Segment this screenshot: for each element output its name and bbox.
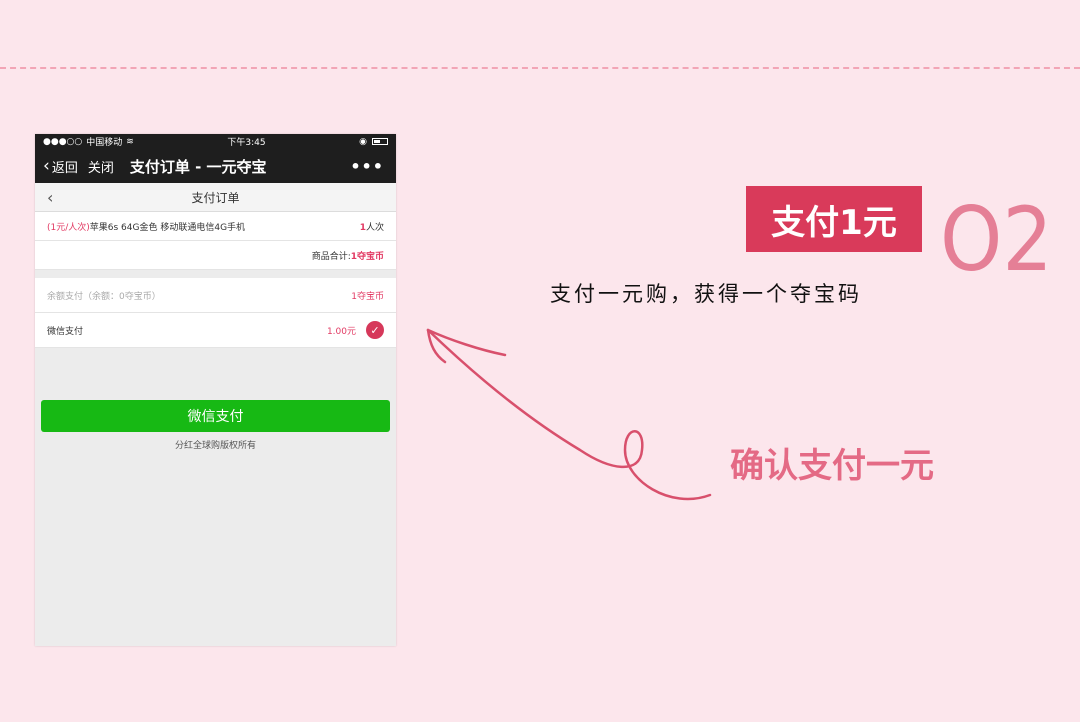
balance-payment-row[interactable]: 余额支付（余额：0夺宝币） 1夺宝币 <box>35 278 396 313</box>
price-tag: (1元/人次) <box>47 222 90 233</box>
wechat-value: 1.00元 <box>326 326 356 337</box>
more-menu-icon[interactable]: ••• <box>350 157 384 176</box>
close-button[interactable]: 关闭 <box>88 157 114 176</box>
order-item-row: (1元/人次)苹果6s 64G金色 移动联通电信4G手机 1人次 <box>35 212 396 241</box>
page-back-icon[interactable]: ‹ <box>47 188 53 207</box>
total-value: 1夺宝币 <box>350 251 384 262</box>
check-icon[interactable]: ✓ <box>366 321 384 339</box>
step-subtitle: 支付一元购，获得一个夺宝码 <box>550 282 862 306</box>
hand-drawn-arrow <box>426 328 712 501</box>
dashed-divider <box>0 67 1080 69</box>
nav-bar: ‹ 返回 关闭 支付订单 - 一元夺宝 ••• <box>35 149 396 183</box>
order-total-row: 商品合计: 1夺宝币 <box>35 241 396 270</box>
quantity-unit: 人次 <box>365 222 384 233</box>
status-bar: ●●●○○ 中国移动 ≋ 下午3:45 ◉ <box>35 134 396 149</box>
page-title: 支付订单 <box>191 190 240 205</box>
page-header: ‹ 支付订单 <box>35 183 396 212</box>
wifi-icon: ≋ <box>126 136 134 147</box>
status-time: 下午3:45 <box>227 138 266 148</box>
wechat-payment-row[interactable]: 微信支付 1.00元 ✓ <box>35 313 396 348</box>
confirm-caption: 确认支付一元 <box>730 446 934 486</box>
step-number: O2 <box>940 188 1053 291</box>
quantity: 1人次 <box>360 220 384 233</box>
battery-icon <box>372 138 388 145</box>
lock-icon: ◉ <box>359 136 367 147</box>
chevron-left-icon: ‹ <box>43 155 50 176</box>
product-name: (1元/人次)苹果6s 64G金色 移动联通电信4G手机 <box>47 220 245 233</box>
section-gap <box>35 270 396 278</box>
wechat-pay-button[interactable]: 微信支付 <box>41 400 390 432</box>
back-button[interactable]: ‹ 返回 <box>43 157 78 176</box>
balance-label: 余额支付（余额：0夺宝币） <box>47 291 161 302</box>
product-title: 苹果6s 64G金色 移动联通电信4G手机 <box>89 222 246 233</box>
copyright-text: 分红全球购版权所有 <box>174 441 256 451</box>
carrier-label: 中国移动 <box>86 138 123 148</box>
balance-value: 1夺宝币 <box>351 291 384 302</box>
signal-icon: ●●●○○ <box>43 136 83 147</box>
nav-title: 支付订单 - 一元夺宝 <box>129 157 267 176</box>
phone-screenshot: ●●●○○ 中国移动 ≋ 下午3:45 ◉ ‹ 返回 关闭 支付订单 - 一元夺… <box>35 134 396 646</box>
back-label: 返回 <box>51 160 78 176</box>
total-label: 商品合计: <box>311 251 351 262</box>
pay-badge: 支付1元 <box>746 186 922 252</box>
wechat-label: 微信支付 <box>47 326 84 337</box>
